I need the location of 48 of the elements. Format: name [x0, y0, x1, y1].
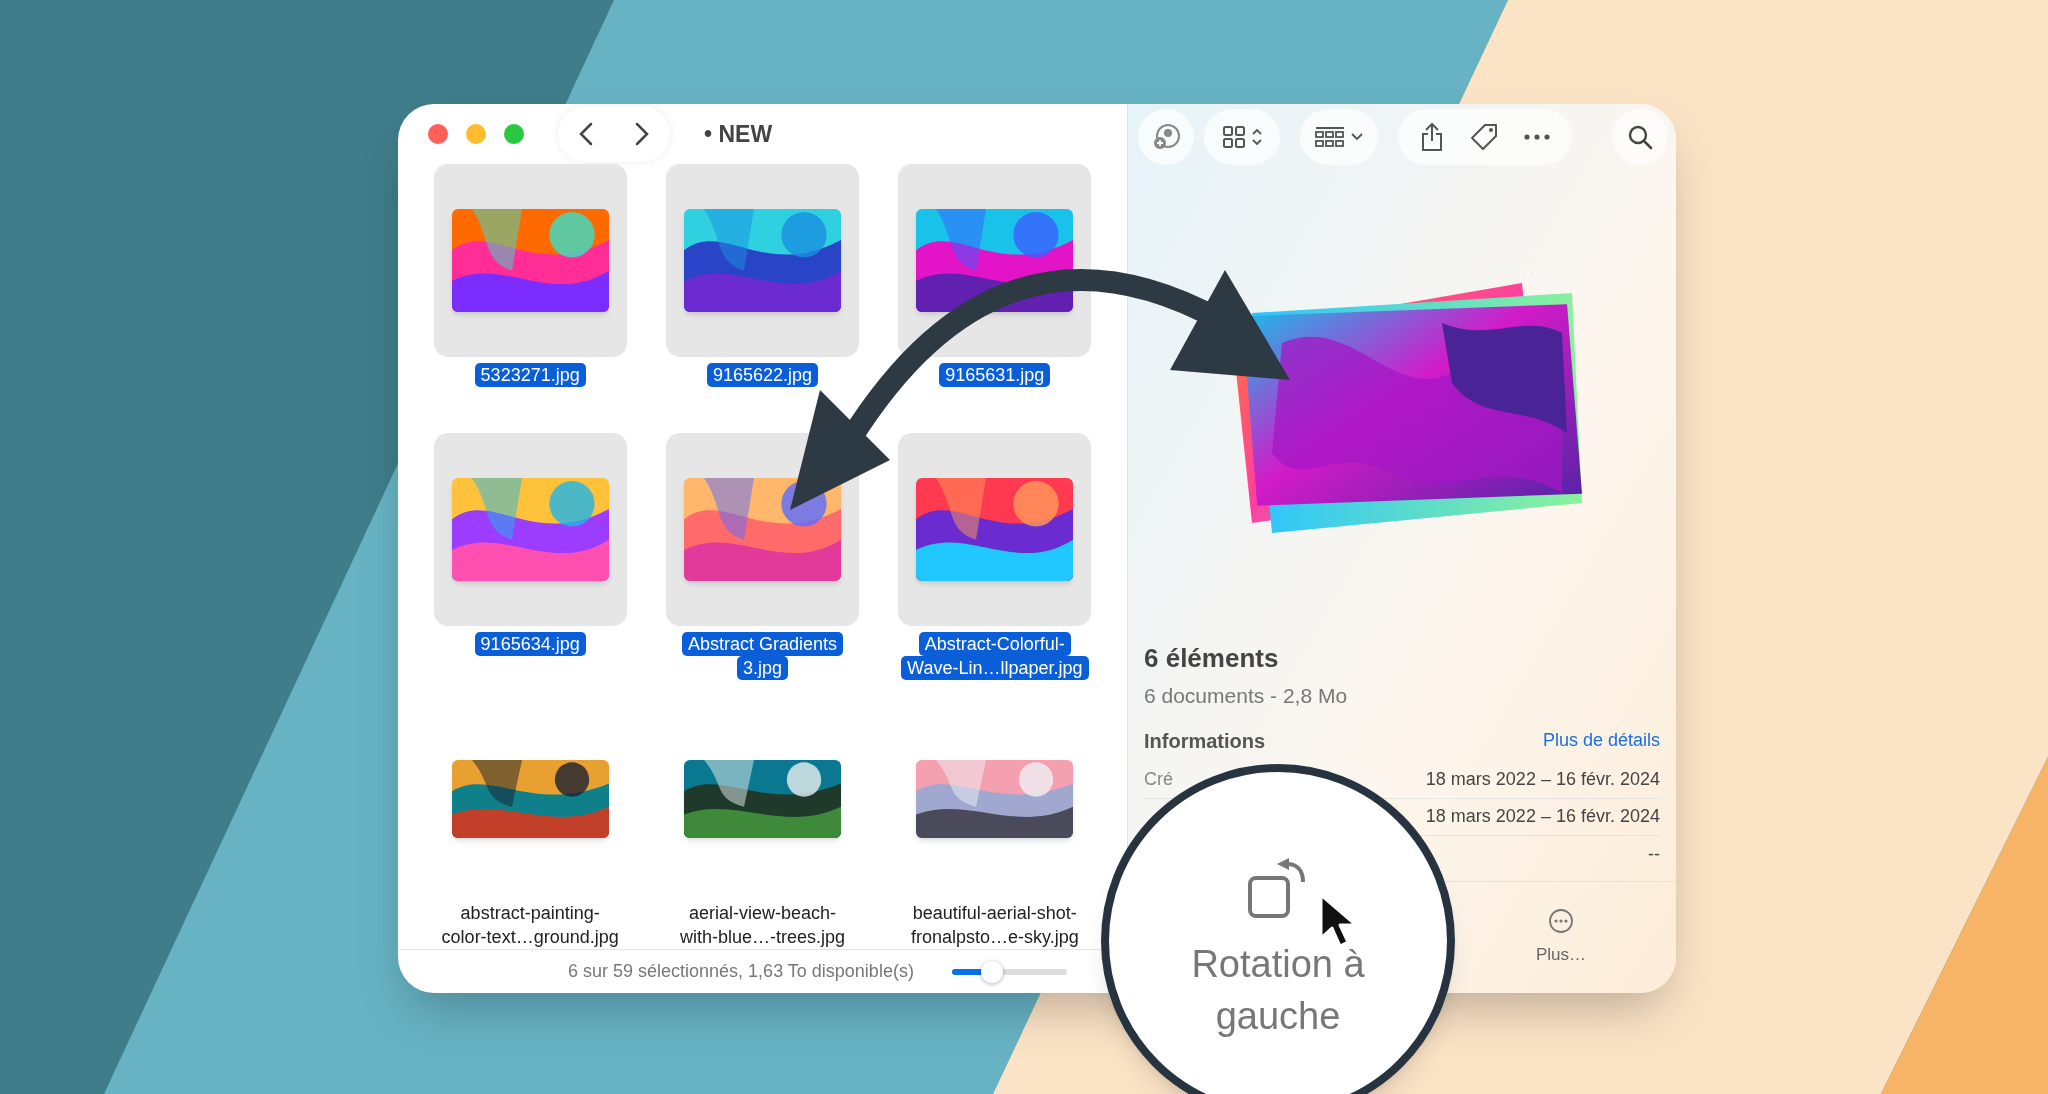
chevron-down-icon: [1351, 133, 1363, 141]
tag-icon[interactable]: [1469, 122, 1499, 152]
more-button[interactable]: Plus…: [1535, 907, 1586, 968]
section-heading: Informations: [1144, 728, 1266, 754]
info-label: Cré: [1144, 768, 1173, 791]
group-icon: [1315, 126, 1345, 148]
selection-title: 6 éléments: [1144, 642, 1280, 674]
info-value: 18 mars 2022 – 16 févr. 2024: [1425, 768, 1660, 791]
back-icon[interactable]: [579, 122, 593, 146]
more-icon: [1547, 907, 1574, 934]
share-icon[interactable]: [1420, 122, 1445, 152]
selection-tile[interactable]: [433, 433, 627, 626]
rotate-left-label: Rotation à gauche: [1190, 942, 1366, 1039]
file-name[interactable]: beautiful-aerial-shot-: [912, 901, 1077, 925]
window-title: • NEW: [704, 119, 773, 149]
grid-icon: [1222, 125, 1246, 149]
selection-summary: 6 documents - 2,8 Mo: [1144, 683, 1349, 709]
more-details-link[interactable]: Plus de détails: [1542, 727, 1660, 754]
file-name[interactable]: Wave-Lin…llpaper.jpg: [901, 656, 1089, 680]
search-icon[interactable]: [1627, 124, 1653, 150]
file-name[interactable]: 9165631.jpg: [939, 363, 1051, 387]
file-name[interactable]: 3.jpg: [736, 656, 788, 680]
view-mode-button[interactable]: [1204, 109, 1280, 165]
file-name[interactable]: fronalpsto…e-sky.jpg: [910, 925, 1079, 949]
status-text: 6 sur 59 sélectionnés, 1,63 To disponible(s): [568, 960, 914, 983]
file-name[interactable]: aerial-view-beach-: [688, 901, 836, 925]
selection-tile[interactable]: [666, 433, 859, 626]
slider-thumb[interactable]: [981, 960, 1004, 983]
file-name[interactable]: 5323271.jpg: [474, 363, 586, 387]
info-value: --: [1648, 842, 1660, 866]
selection-tile[interactable]: [433, 164, 627, 357]
updown-icon: [1252, 128, 1262, 146]
info-value: 18 mars 2022 – 16 févr. 2024: [1425, 805, 1660, 828]
file-name[interactable]: 9165622.jpg: [706, 363, 819, 387]
file-name[interactable]: Abstract Gradients: [681, 632, 843, 656]
selection-tile[interactable]: [666, 164, 859, 357]
selection-tile[interactable]: [898, 433, 1092, 626]
file-name[interactable]: Abstract-Colorful-: [918, 632, 1071, 656]
more-icon[interactable]: [1523, 134, 1550, 140]
file-name[interactable]: abstract-painting-: [460, 901, 600, 925]
zoom-slider[interactable]: [951, 960, 1067, 983]
file-name[interactable]: with-blue…-trees.jpg: [679, 925, 846, 949]
group-button[interactable]: [1300, 109, 1378, 165]
file-name[interactable]: color-text…ground.jpg: [441, 925, 619, 949]
close-button[interactable]: [428, 124, 448, 144]
file-name[interactable]: 9165634.jpg: [474, 632, 586, 656]
people-add-icon[interactable]: [1151, 122, 1181, 152]
forward-icon[interactable]: [635, 122, 649, 146]
